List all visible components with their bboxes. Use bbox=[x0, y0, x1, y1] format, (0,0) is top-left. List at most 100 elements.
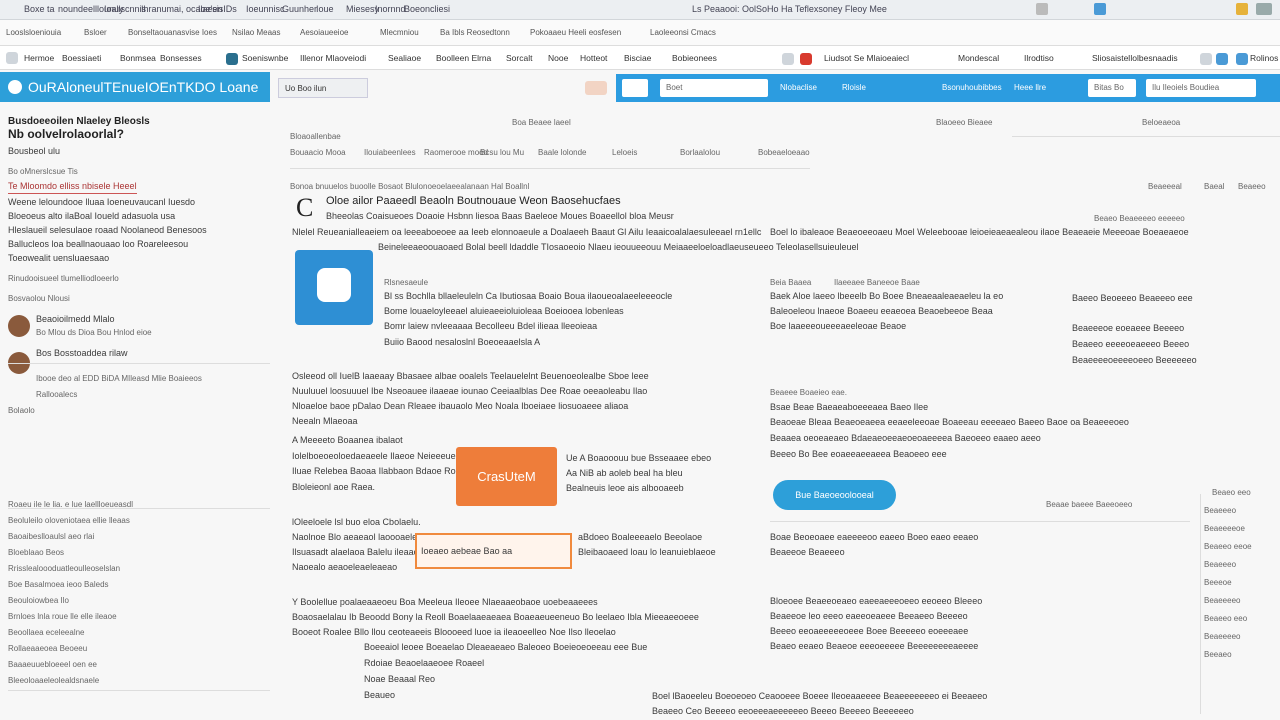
alert-text[interactable]: Te Mloomdo elliss nbisele Heeel bbox=[8, 180, 137, 194]
bookmark-item[interactable]: Laoleeonsi Cmacs bbox=[650, 28, 716, 37]
status-icon[interactable] bbox=[585, 81, 607, 95]
right-tag[interactable]: Beaeeo bbox=[1238, 180, 1266, 193]
bookmark-item[interactable]: Pokoaaeu Heeli eosfesen bbox=[530, 28, 621, 37]
toolbar-item[interactable]: Sliosaiste bbox=[1092, 53, 1128, 63]
os-menu-item[interactable]: Inornnd bbox=[375, 4, 406, 14]
list-item[interactable]: Beouloiowbea Ilo bbox=[8, 594, 69, 607]
right-tag[interactable]: Baeal bbox=[1204, 180, 1224, 193]
bookmark-item[interactable]: Mlecmniou bbox=[380, 28, 419, 37]
toolbar-icon[interactable] bbox=[226, 53, 238, 65]
os-menu-item[interactable]: Ioeunnisc bbox=[246, 4, 285, 14]
bookmark-item[interactable]: Ba Ibls Reosedtonn bbox=[440, 28, 510, 37]
avatar[interactable] bbox=[8, 315, 30, 337]
nav-link[interactable]: Heee llre bbox=[1014, 83, 1046, 92]
toolbar-item[interactable]: Bobieonees bbox=[672, 53, 717, 63]
list-item[interactable]: Boe Basalmoea ieoo Baleds bbox=[8, 578, 109, 591]
bookmark-item[interactable]: Aesoiaueeioe bbox=[300, 28, 348, 37]
left-link[interactable]: Bolaolo bbox=[8, 404, 35, 417]
center-nav-item[interactable]: Bouaacio Mooa bbox=[290, 146, 346, 159]
toolbar-item[interactable]: Bonsesses bbox=[160, 53, 202, 63]
nav-field[interactable] bbox=[622, 79, 648, 97]
bookmark-item[interactable]: Bsloer bbox=[84, 28, 107, 37]
side-list-item[interactable]: Beaeeeeo bbox=[1204, 594, 1240, 607]
app-status-icon[interactable] bbox=[1094, 3, 1106, 15]
record-icon[interactable] bbox=[800, 53, 812, 65]
os-menu-item[interactable]: Boxe ta bbox=[24, 4, 55, 14]
list-item[interactable]: Bleeoloaaeleolealdsnaele bbox=[8, 674, 99, 687]
side-list-item[interactable]: Beaeeeo bbox=[1204, 558, 1236, 571]
list-item[interactable]: Roaeu ile le lia. e lue laellloeueasdl bbox=[8, 498, 133, 511]
center-nav-item[interactable]: Bcsu lou Mu bbox=[480, 146, 524, 159]
toolbar-icon[interactable] bbox=[1236, 53, 1248, 65]
toolbar-item[interactable]: Sorcalt bbox=[506, 53, 532, 63]
toolbar-item[interactable]: Bisciae bbox=[624, 53, 651, 63]
icon-block-line: Bome louaeloyleeael aluieaeeioluioleaa B… bbox=[384, 306, 624, 316]
list-item[interactable]: Rrisslealoooduatleoulleoselslan bbox=[8, 562, 120, 575]
center-nav-item[interactable]: Baale lolonde bbox=[538, 146, 586, 159]
search-input[interactable]: Boet bbox=[660, 79, 768, 97]
side-list-item[interactable]: Beaeeeeo bbox=[1204, 630, 1240, 643]
toolbar-item[interactable]: Rolinos bbox=[1250, 53, 1278, 63]
location-box[interactable]: Uo Boo ilun bbox=[278, 78, 368, 98]
notification-icon[interactable] bbox=[1236, 3, 1248, 15]
toolbar-item[interactable]: Nooe bbox=[548, 53, 568, 63]
side-list-item[interactable]: Beaeeeo bbox=[1204, 504, 1236, 517]
os-menu-item[interactable]: Ioallscnnis bbox=[104, 4, 146, 14]
user-name[interactable]: Beaoioilmedd Mlalo bbox=[36, 313, 115, 326]
os-menu-item[interactable]: Ioe'sisIDs bbox=[198, 4, 237, 14]
bookmark-item[interactable]: Nsilao Meaas bbox=[232, 28, 280, 37]
nav-link[interactable]: Bsonuhoubibbes bbox=[942, 83, 1002, 92]
nav-search-field[interactable]: Ilu Ileoiels Boudiea bbox=[1146, 79, 1256, 97]
list-item[interactable]: Baaaeuuebloeeel oen ee bbox=[8, 658, 97, 671]
os-menu-item[interactable]: Guunher bbox=[282, 4, 317, 14]
side-list-item[interactable]: Beeeoe bbox=[1204, 576, 1232, 589]
highlighted-field[interactable]: Ioeaeo aebeae Bao aa bbox=[415, 533, 572, 569]
side-list-item[interactable]: Beaeeo eeoe bbox=[1204, 540, 1252, 553]
list-item[interactable]: Baoaibeslloaulsl aeo rlai bbox=[8, 530, 94, 543]
list-item[interactable]: Bloeblaao Beos bbox=[8, 546, 64, 559]
nav-link[interactable]: Nlobaclise bbox=[780, 83, 817, 92]
center-nav-item[interactable]: Ilouiabeenlees bbox=[364, 146, 416, 159]
toolbar-item[interactable]: Hermoe bbox=[24, 53, 54, 63]
os-menu-item[interactable]: Boeoncliesi bbox=[404, 4, 450, 14]
list-item[interactable]: Brnloes lnla roue lle elle ileaoe bbox=[8, 610, 117, 623]
toolbar-item[interactable]: Ilrodtiso bbox=[1024, 53, 1054, 63]
center-nav-item[interactable]: Raomerooe mood bbox=[424, 146, 488, 159]
center-nav-item[interactable]: Borlaalolou bbox=[680, 146, 720, 159]
side-list-item[interactable]: Beaeeo eeo bbox=[1204, 612, 1247, 625]
back-icon[interactable] bbox=[6, 52, 18, 64]
toolbar-item[interactable]: Boolleen Elrna bbox=[436, 53, 491, 63]
side-list-item[interactable]: Beaeeeeoe bbox=[1204, 522, 1245, 535]
toolbar-item[interactable]: Soeniswnbe bbox=[242, 53, 288, 63]
toolbar-icon[interactable] bbox=[1216, 53, 1228, 65]
list-item[interactable]: Rollaeaaeoea Beoeeu bbox=[8, 642, 87, 655]
toolbar-item[interactable]: Boessiaeti bbox=[62, 53, 101, 63]
toolbar-icon[interactable] bbox=[1200, 53, 1212, 65]
app-name[interactable]: OuRAloneulTEnueIOEnTKDO Loane bbox=[28, 79, 258, 95]
toolbar-item[interactable]: Illenor Mlaoveiodi bbox=[300, 53, 366, 63]
toolbar-item[interactable]: Bonmsea bbox=[120, 53, 156, 63]
bookmark-item[interactable]: Bonseltaouanasvise Ioes bbox=[128, 28, 217, 37]
toolbar-item[interactable]: Liudsot Se Mlaioeaiecl bbox=[824, 53, 909, 63]
right-tag[interactable]: Beaeeeal bbox=[1148, 180, 1182, 193]
side-list-item[interactable]: Beaeo eeo bbox=[1212, 486, 1251, 499]
toolbar-icon[interactable] bbox=[782, 53, 794, 65]
bookmark-item[interactable]: Looslsloeniouia bbox=[6, 28, 61, 37]
os-menu-item[interactable]: Ioue bbox=[316, 4, 334, 14]
center-nav-item[interactable]: Leloeis bbox=[612, 146, 637, 159]
toolbar-item[interactable]: Sealiaoe bbox=[388, 53, 421, 63]
list-item[interactable]: Beoluleilo oloveniotaea ellie lleaas bbox=[8, 514, 130, 527]
user-name[interactable]: Bos Bosstoaddea rilaw bbox=[36, 347, 128, 360]
primary-pill-button[interactable]: Bue Baeoeoolooeal bbox=[773, 480, 896, 510]
center-nav-item[interactable]: Bobeaeloeaao bbox=[758, 146, 810, 159]
list-item[interactable]: Beoollaea eceleealne bbox=[8, 626, 85, 639]
toolbar-item[interactable]: Ilolbesnaadis bbox=[1128, 53, 1178, 63]
wifi-icon[interactable] bbox=[1036, 3, 1048, 15]
toolbar-item[interactable]: Hotteot bbox=[580, 53, 607, 63]
toolbar-item[interactable]: Mondescal bbox=[958, 53, 999, 63]
cta-button[interactable]: CrasUteM bbox=[456, 447, 557, 506]
nav-button[interactable]: Bitas Bo bbox=[1088, 79, 1136, 97]
nav-link[interactable]: Rloisle bbox=[842, 83, 866, 92]
app-icon[interactable] bbox=[295, 250, 373, 325]
side-list-item[interactable]: Beeaeo bbox=[1204, 648, 1232, 661]
